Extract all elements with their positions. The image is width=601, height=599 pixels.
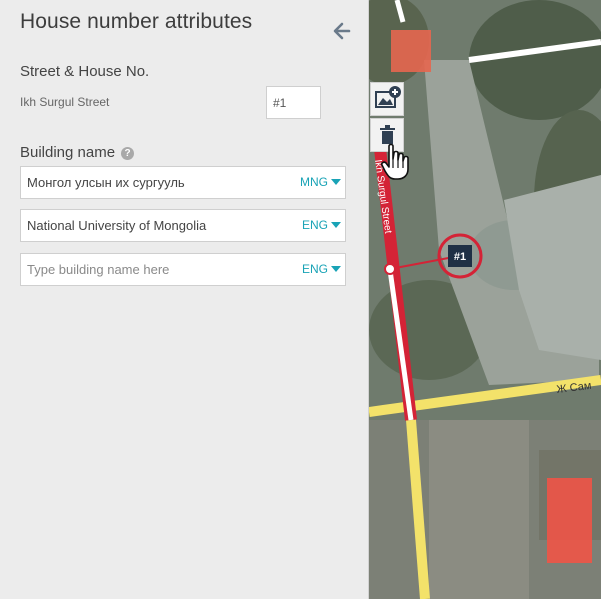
street-anchor-point[interactable] xyxy=(384,263,396,275)
language-code: MNG xyxy=(300,175,328,189)
building-name-label: Building name xyxy=(20,144,116,161)
caret-down-icon xyxy=(331,222,341,228)
building-name-row: ENG xyxy=(20,253,346,286)
help-icon[interactable]: ? xyxy=(121,147,135,160)
language-code: ENG xyxy=(301,262,328,276)
building-name-row: MNG xyxy=(20,166,346,199)
add-photo-icon xyxy=(375,86,401,108)
language-select[interactable]: MNG xyxy=(300,167,341,198)
caret-down-icon xyxy=(331,179,341,185)
caret-down-icon xyxy=(331,266,341,272)
arrow-left-icon xyxy=(333,22,351,40)
language-select[interactable]: ENG xyxy=(302,254,341,285)
building-highlight xyxy=(547,478,592,563)
building-roof xyxy=(429,420,529,599)
add-photo-button[interactable] xyxy=(370,82,404,116)
house-number-marker-label: #1 xyxy=(454,251,466,263)
building-highlight xyxy=(391,30,431,72)
panel-title: House number attributes xyxy=(20,10,253,33)
language-select[interactable]: ENG xyxy=(302,210,341,241)
building-name-row: ENG xyxy=(20,209,346,242)
language-code: ENG xyxy=(301,218,328,232)
building-name-input[interactable] xyxy=(21,254,287,285)
building-section-label: Building name? xyxy=(20,144,135,161)
house-number-input[interactable] xyxy=(266,86,321,119)
hand-cursor-icon xyxy=(381,143,409,180)
back-button[interactable] xyxy=(332,21,352,41)
attributes-panel: House number attributes Street & House N… xyxy=(0,0,369,599)
street-name: Ikh Surgul Street xyxy=(20,95,110,109)
street-section-label: Street & House No. xyxy=(20,63,150,80)
building-name-input[interactable] xyxy=(21,210,287,241)
building-name-input[interactable] xyxy=(21,167,287,198)
